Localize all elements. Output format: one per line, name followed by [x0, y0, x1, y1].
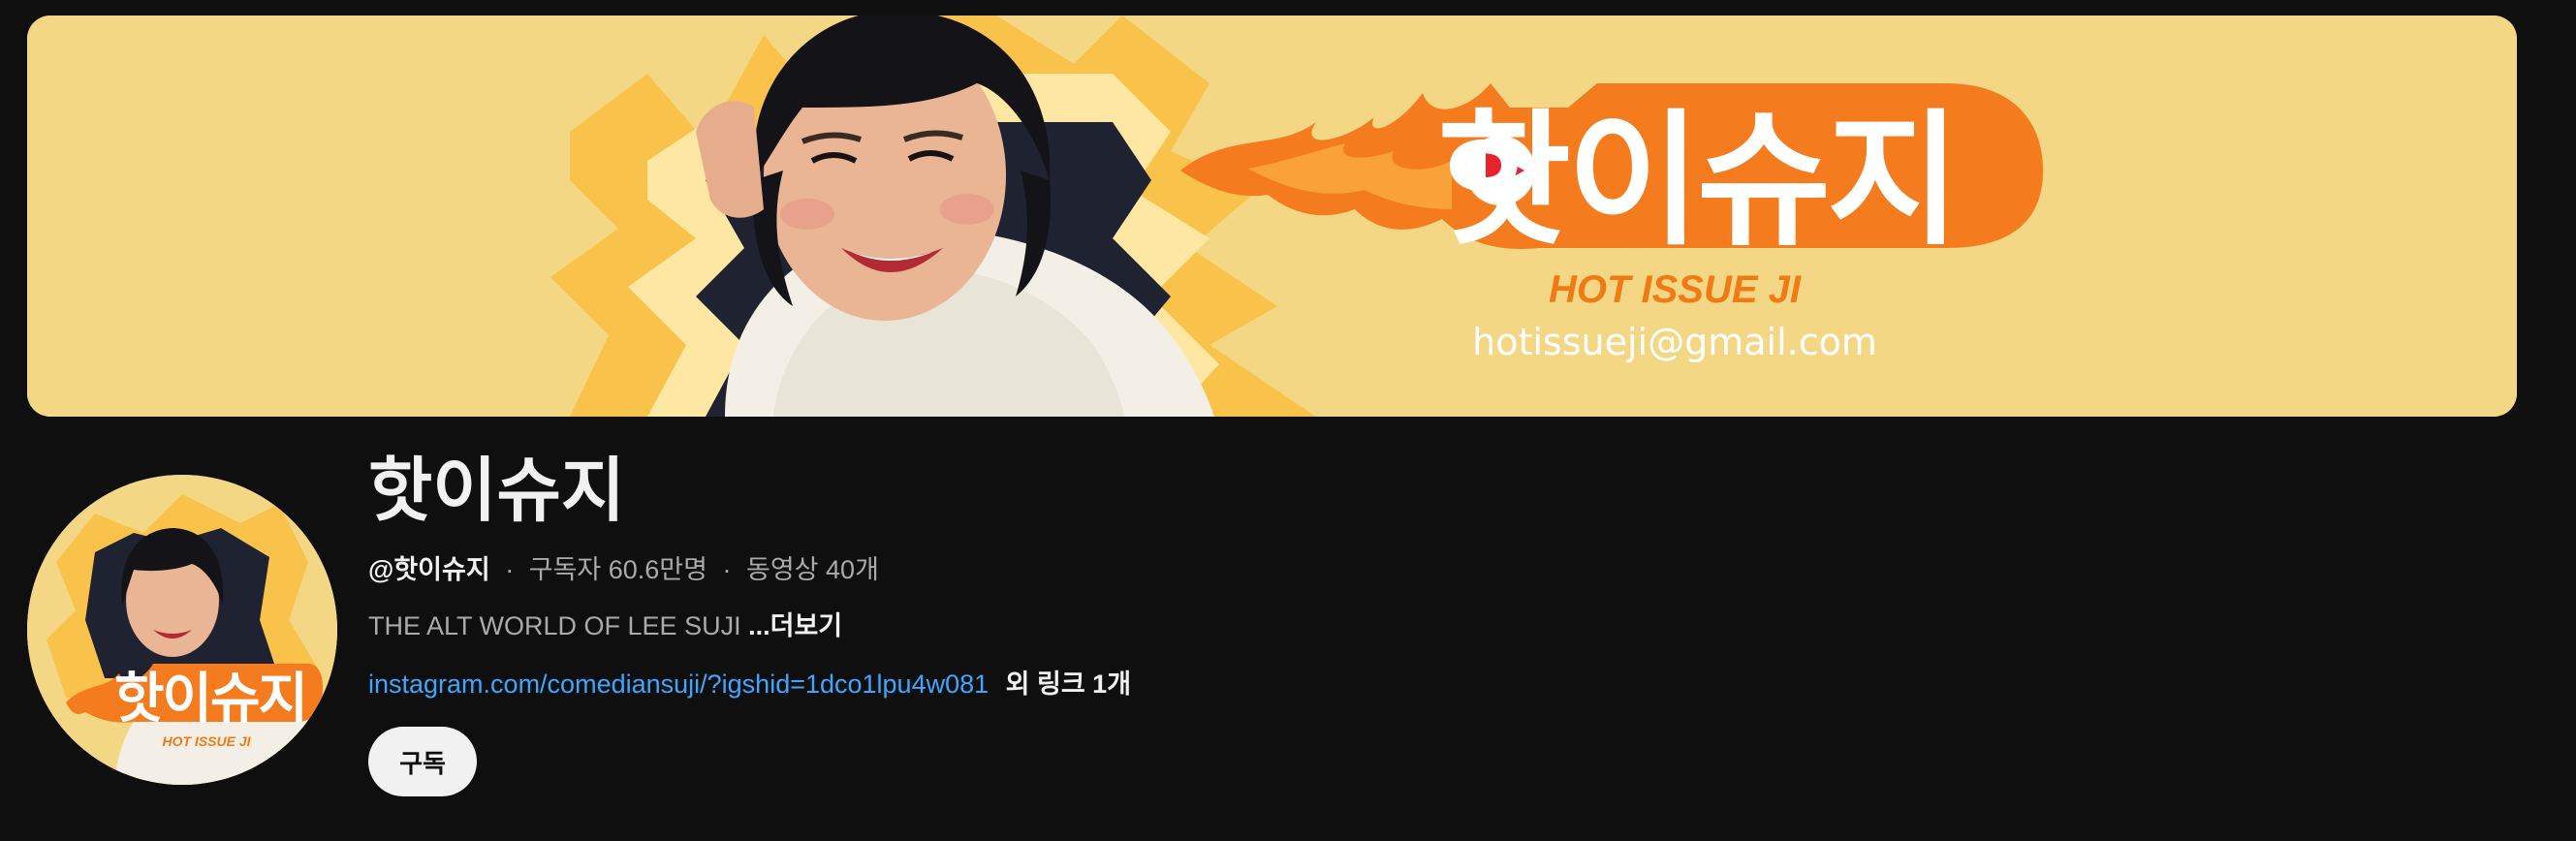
- meta-separator: ·: [722, 555, 732, 584]
- channel-description[interactable]: THE ALT WORLD OF LEE SUJI ...더보기: [368, 605, 1822, 647]
- channel-meta: @핫이슈지 · 구독자 60.6만명 · 동영상 40개: [368, 548, 1822, 591]
- banner-subtitle: HOT ISSUE JI: [1549, 268, 1802, 311]
- channel-links: instagram.com/comediansuji/?igshid=1dco1…: [368, 663, 1822, 705]
- channel-page: 핫이슈지 HOT ISSUE JI hotissueji@gmail.com 핫…: [0, 0, 2576, 841]
- subscriber-count: 구독자 60.6만명: [528, 555, 707, 584]
- more-button[interactable]: ...더보기: [748, 611, 842, 640]
- more-links-button[interactable]: 외 링크 1개: [1006, 670, 1131, 699]
- instagram-link[interactable]: instagram.com/comediansuji/?igshid=1dco1…: [368, 670, 989, 699]
- video-count: 동영상 40개: [746, 555, 879, 584]
- channel-banner: 핫이슈지 HOT ISSUE JI hotissueji@gmail.com: [27, 16, 2517, 417]
- banner-email: hotissueji@gmail.com: [1472, 321, 1877, 363]
- subscribe-button[interactable]: 구독: [368, 727, 477, 796]
- avatar-artwork: 핫이슈지 HOT ISSUE JI: [27, 475, 337, 785]
- channel-info: 핫이슈지 @핫이슈지 · 구독자 60.6만명 · 동영상 40개 THE AL…: [368, 448, 1822, 705]
- banner-logo-text: 핫이슈지: [1437, 97, 1957, 265]
- channel-name: 핫이슈지: [368, 452, 625, 530]
- banner-artwork: 핫이슈지 HOT ISSUE JI hotissueji@gmail.com: [27, 16, 2517, 417]
- avatar-logo-text: 핫이슈지: [114, 668, 306, 731]
- channel-handle: @핫이슈지: [368, 555, 490, 584]
- description-text: THE ALT WORLD OF LEE SUJI: [368, 611, 741, 640]
- avatar-subtitle: HOT ISSUE JI: [162, 733, 251, 749]
- meta-separator: ·: [505, 555, 515, 584]
- channel-avatar[interactable]: 핫이슈지 HOT ISSUE JI: [27, 475, 337, 785]
